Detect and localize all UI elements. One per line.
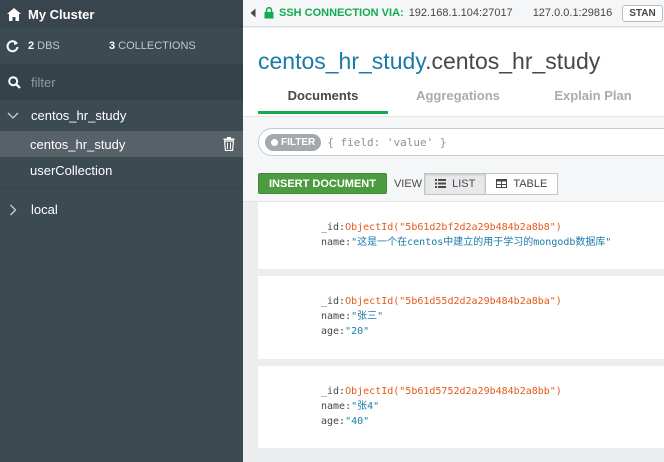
document-field: name:"这是一个在centos中建立的用于学习的mongodb数据库" xyxy=(321,235,664,250)
trash-icon[interactable] xyxy=(223,137,235,152)
search-icon xyxy=(7,75,21,89)
cluster-stats: 2 DBS 3 COLLECTIONS xyxy=(0,28,243,64)
tab-documents[interactable]: Documents xyxy=(258,86,388,114)
local-host: 127.0.0.1:29816 xyxy=(532,7,613,19)
cluster-name: My Cluster xyxy=(28,6,95,22)
collection-tabs: Documents Aggregations Explain Plan xyxy=(258,86,658,114)
sidebar: My Cluster 2 DBS 3 COLLECTIONS centos_hr… xyxy=(0,0,243,462)
field-key: name: xyxy=(321,311,352,322)
table-icon xyxy=(496,179,508,188)
field-value-objectid: ObjectId("5b61d55d2d2a29b484b2a8ba") xyxy=(345,296,562,307)
document-field: _id:ObjectId("5b61d5752d2a29b484b2a8bb") xyxy=(321,384,664,399)
view-list-button[interactable]: LIST xyxy=(424,172,487,195)
collection-name: centos_hr_study xyxy=(30,136,126,152)
collection-view: centos_hr_study.centos_hr_study Document… xyxy=(243,28,664,462)
collections-count: 3 xyxy=(109,40,116,52)
field-key: name: xyxy=(321,237,352,248)
sidebar-collection-usercollection[interactable]: userCollection xyxy=(0,157,243,183)
field-value-string: "张4" xyxy=(351,401,380,412)
namespace-header: centos_hr_study.centos_hr_study Document… xyxy=(243,28,664,116)
document-action-bar: INSERT DOCUMENT VIEW LIST TABLE xyxy=(243,166,664,202)
document-field: age:"20" xyxy=(321,324,664,339)
chevron-right-icon[interactable] xyxy=(7,204,19,216)
namespace-collection: .centos_hr_study xyxy=(425,48,601,74)
view-table-button[interactable]: TABLE xyxy=(486,172,559,195)
filter-input[interactable]: FILTER { field: 'value' } xyxy=(258,128,664,156)
dbs-count: 2 xyxy=(28,40,35,52)
field-key: _id: xyxy=(321,296,346,307)
refresh-icon[interactable] xyxy=(5,39,19,53)
db-name: centos_hr_study xyxy=(31,108,127,123)
collapse-sidebar-icon[interactable] xyxy=(246,8,260,18)
collections-label: COLLECTIONS xyxy=(118,40,196,52)
field-value-objectid: ObjectId("5b61d2bf2d2a29b484b2a8b8") xyxy=(345,222,562,233)
connection-bar: SSH CONNECTION VIA: 192.168.1.104:27017 … xyxy=(243,0,664,27)
sidebar-filter-input[interactable] xyxy=(31,74,211,90)
cluster-header[interactable]: My Cluster xyxy=(0,0,243,28)
filter-button[interactable]: FILTER xyxy=(265,133,322,151)
list-icon xyxy=(435,179,447,188)
home-icon[interactable] xyxy=(6,6,22,22)
sidebar-collection-centos-hr-study[interactable]: centos_hr_study xyxy=(0,131,243,157)
sidebar-filter xyxy=(0,64,243,100)
document-card[interactable]: _id:ObjectId("5b61d2bf2d2a29b484b2a8b8")… xyxy=(258,202,664,269)
sidebar-db-centos-hr-study[interactable]: centos_hr_study xyxy=(0,100,243,131)
field-key: _id: xyxy=(321,222,346,233)
field-value-objectid: ObjectId("5b61d5752d2a29b484b2a8bb") xyxy=(345,386,562,397)
filter-button-label: FILTER xyxy=(281,136,316,148)
field-value-string: "40" xyxy=(345,416,370,427)
chevron-down-icon[interactable] xyxy=(7,110,19,122)
query-bar: FILTER { field: 'value' } xyxy=(243,116,664,166)
view-list-label: LIST xyxy=(452,177,476,190)
document-list: _id:ObjectId("5b61d2bf2d2a29b484b2a8b8")… xyxy=(243,202,664,462)
document-field: name:"张4" xyxy=(321,399,664,414)
filter-placeholder: { field: 'value' } xyxy=(327,135,447,149)
collections-stat: 3 COLLECTIONS xyxy=(109,40,196,52)
field-value-string: "这是一个在centos中建立的用于学习的mongodb数据库" xyxy=(351,237,612,248)
namespace-db[interactable]: centos_hr_study xyxy=(258,48,425,74)
namespace-title: centos_hr_study.centos_hr_study xyxy=(258,48,600,75)
field-key: name: xyxy=(321,401,352,412)
field-key: age: xyxy=(321,416,346,427)
sidebar-divider xyxy=(0,187,243,188)
ssh-connection-label: SSH CONNECTION VIA: xyxy=(279,7,404,19)
insert-document-button[interactable]: INSERT DOCUMENT xyxy=(258,173,387,194)
field-value-string: "张三" xyxy=(351,311,384,322)
document-field: _id:ObjectId("5b61d55d2d2a29b484b2a8ba") xyxy=(321,294,664,309)
document-field: name:"张三" xyxy=(321,309,664,324)
field-key: _id: xyxy=(321,386,346,397)
document-card[interactable]: _id:ObjectId("5b61d55d2d2a29b484b2a8ba")… xyxy=(258,276,664,359)
lock-icon xyxy=(264,7,276,19)
dbs-label: DBS xyxy=(37,40,60,52)
document-field: age:"40" xyxy=(321,414,664,429)
db-name: local xyxy=(31,202,58,217)
field-key: age: xyxy=(321,326,346,337)
tab-explain-plan[interactable]: Explain Plan xyxy=(528,86,658,114)
dbs-stat: 2 DBS xyxy=(28,40,109,52)
document-field: _id:ObjectId("5b61d2bf2d2a29b484b2a8b8") xyxy=(321,220,664,235)
view-label: VIEW xyxy=(393,177,423,190)
view-table-label: TABLE xyxy=(513,177,548,190)
collection-name: userCollection xyxy=(30,162,113,178)
document-card[interactable]: _id:ObjectId("5b61d5752d2a29b484b2a8bb")… xyxy=(258,366,664,448)
mode-badge: STAN xyxy=(622,4,663,22)
filter-dot-icon xyxy=(271,138,278,146)
ssh-host: 192.168.1.104:27017 xyxy=(408,7,513,19)
field-value-string: "20" xyxy=(345,326,370,337)
sidebar-db-local[interactable]: local xyxy=(0,194,243,225)
tab-aggregations[interactable]: Aggregations xyxy=(388,86,528,114)
